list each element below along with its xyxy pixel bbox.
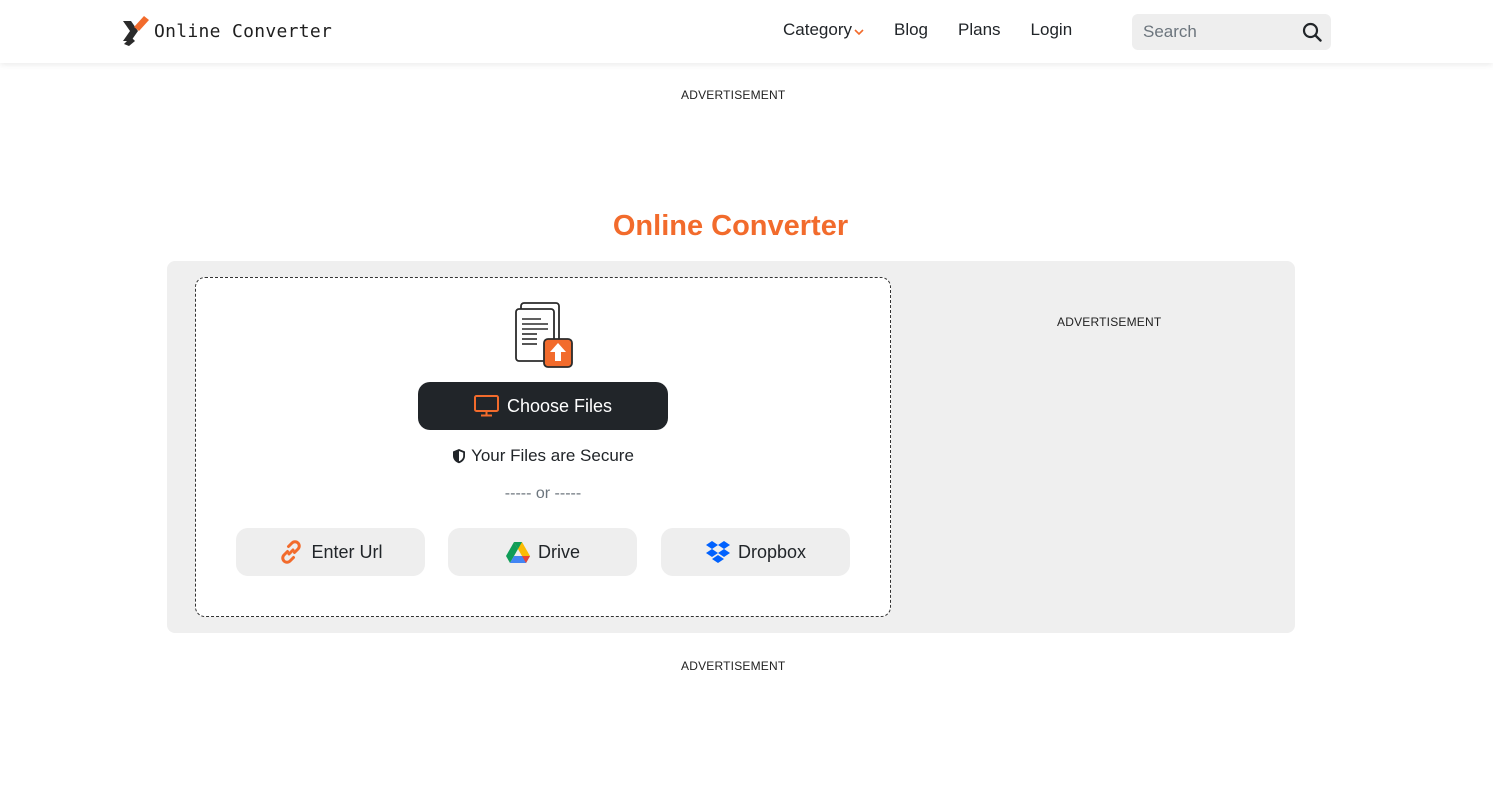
nav-plans[interactable]: Plans: [958, 20, 1001, 40]
nav-category[interactable]: Category: [783, 20, 864, 40]
nav-category-label: Category: [783, 20, 852, 39]
secure-note: Your Files are Secure: [196, 446, 890, 466]
ad-label-bottom: ADVERTISEMENT: [681, 659, 786, 673]
google-drive-icon: [505, 542, 530, 563]
search-box: [1132, 14, 1331, 50]
drive-label: Drive: [537, 541, 580, 562]
main-nav: Category Blog Plans Login: [783, 20, 1102, 40]
choose-files-label: Choose Files: [506, 395, 613, 416]
shield-icon: [453, 449, 466, 464]
site-header: Online Converter Category Blog Plans Log…: [0, 0, 1493, 63]
ad-label-side: ADVERTISEMENT: [1057, 315, 1162, 329]
ad-label-top: ADVERTISEMENT: [681, 88, 786, 102]
enter-url-button[interactable]: Enter Url: [236, 528, 425, 576]
brand-logo[interactable]: Online Converter: [122, 15, 332, 47]
file-dropzone[interactable]: Choose Files Your Files are Secure -----…: [195, 277, 891, 617]
or-divider: ----- or -----: [504, 485, 582, 502]
dropbox-button[interactable]: Dropbox: [661, 528, 850, 576]
secure-text: Your Files are Secure: [471, 446, 634, 465]
monitor-icon: [473, 395, 499, 417]
search-icon[interactable]: [1302, 22, 1322, 42]
brand-name: Online Converter: [154, 20, 333, 42]
dropbox-label: Dropbox: [737, 541, 807, 562]
enter-url-label: Enter Url: [311, 541, 383, 562]
page-title: Online Converter: [612, 210, 849, 242]
link-icon: [281, 540, 302, 564]
chevron-down-icon: [854, 29, 864, 36]
nav-blog[interactable]: Blog: [894, 20, 928, 40]
logo-icon: [123, 16, 149, 46]
dropbox-icon: [705, 541, 730, 563]
choose-files-button[interactable]: Choose Files: [418, 382, 668, 430]
file-upload-icon: [515, 302, 573, 368]
google-drive-button[interactable]: Drive: [448, 528, 637, 576]
nav-login[interactable]: Login: [1031, 20, 1073, 40]
search-input[interactable]: [1143, 22, 1293, 42]
